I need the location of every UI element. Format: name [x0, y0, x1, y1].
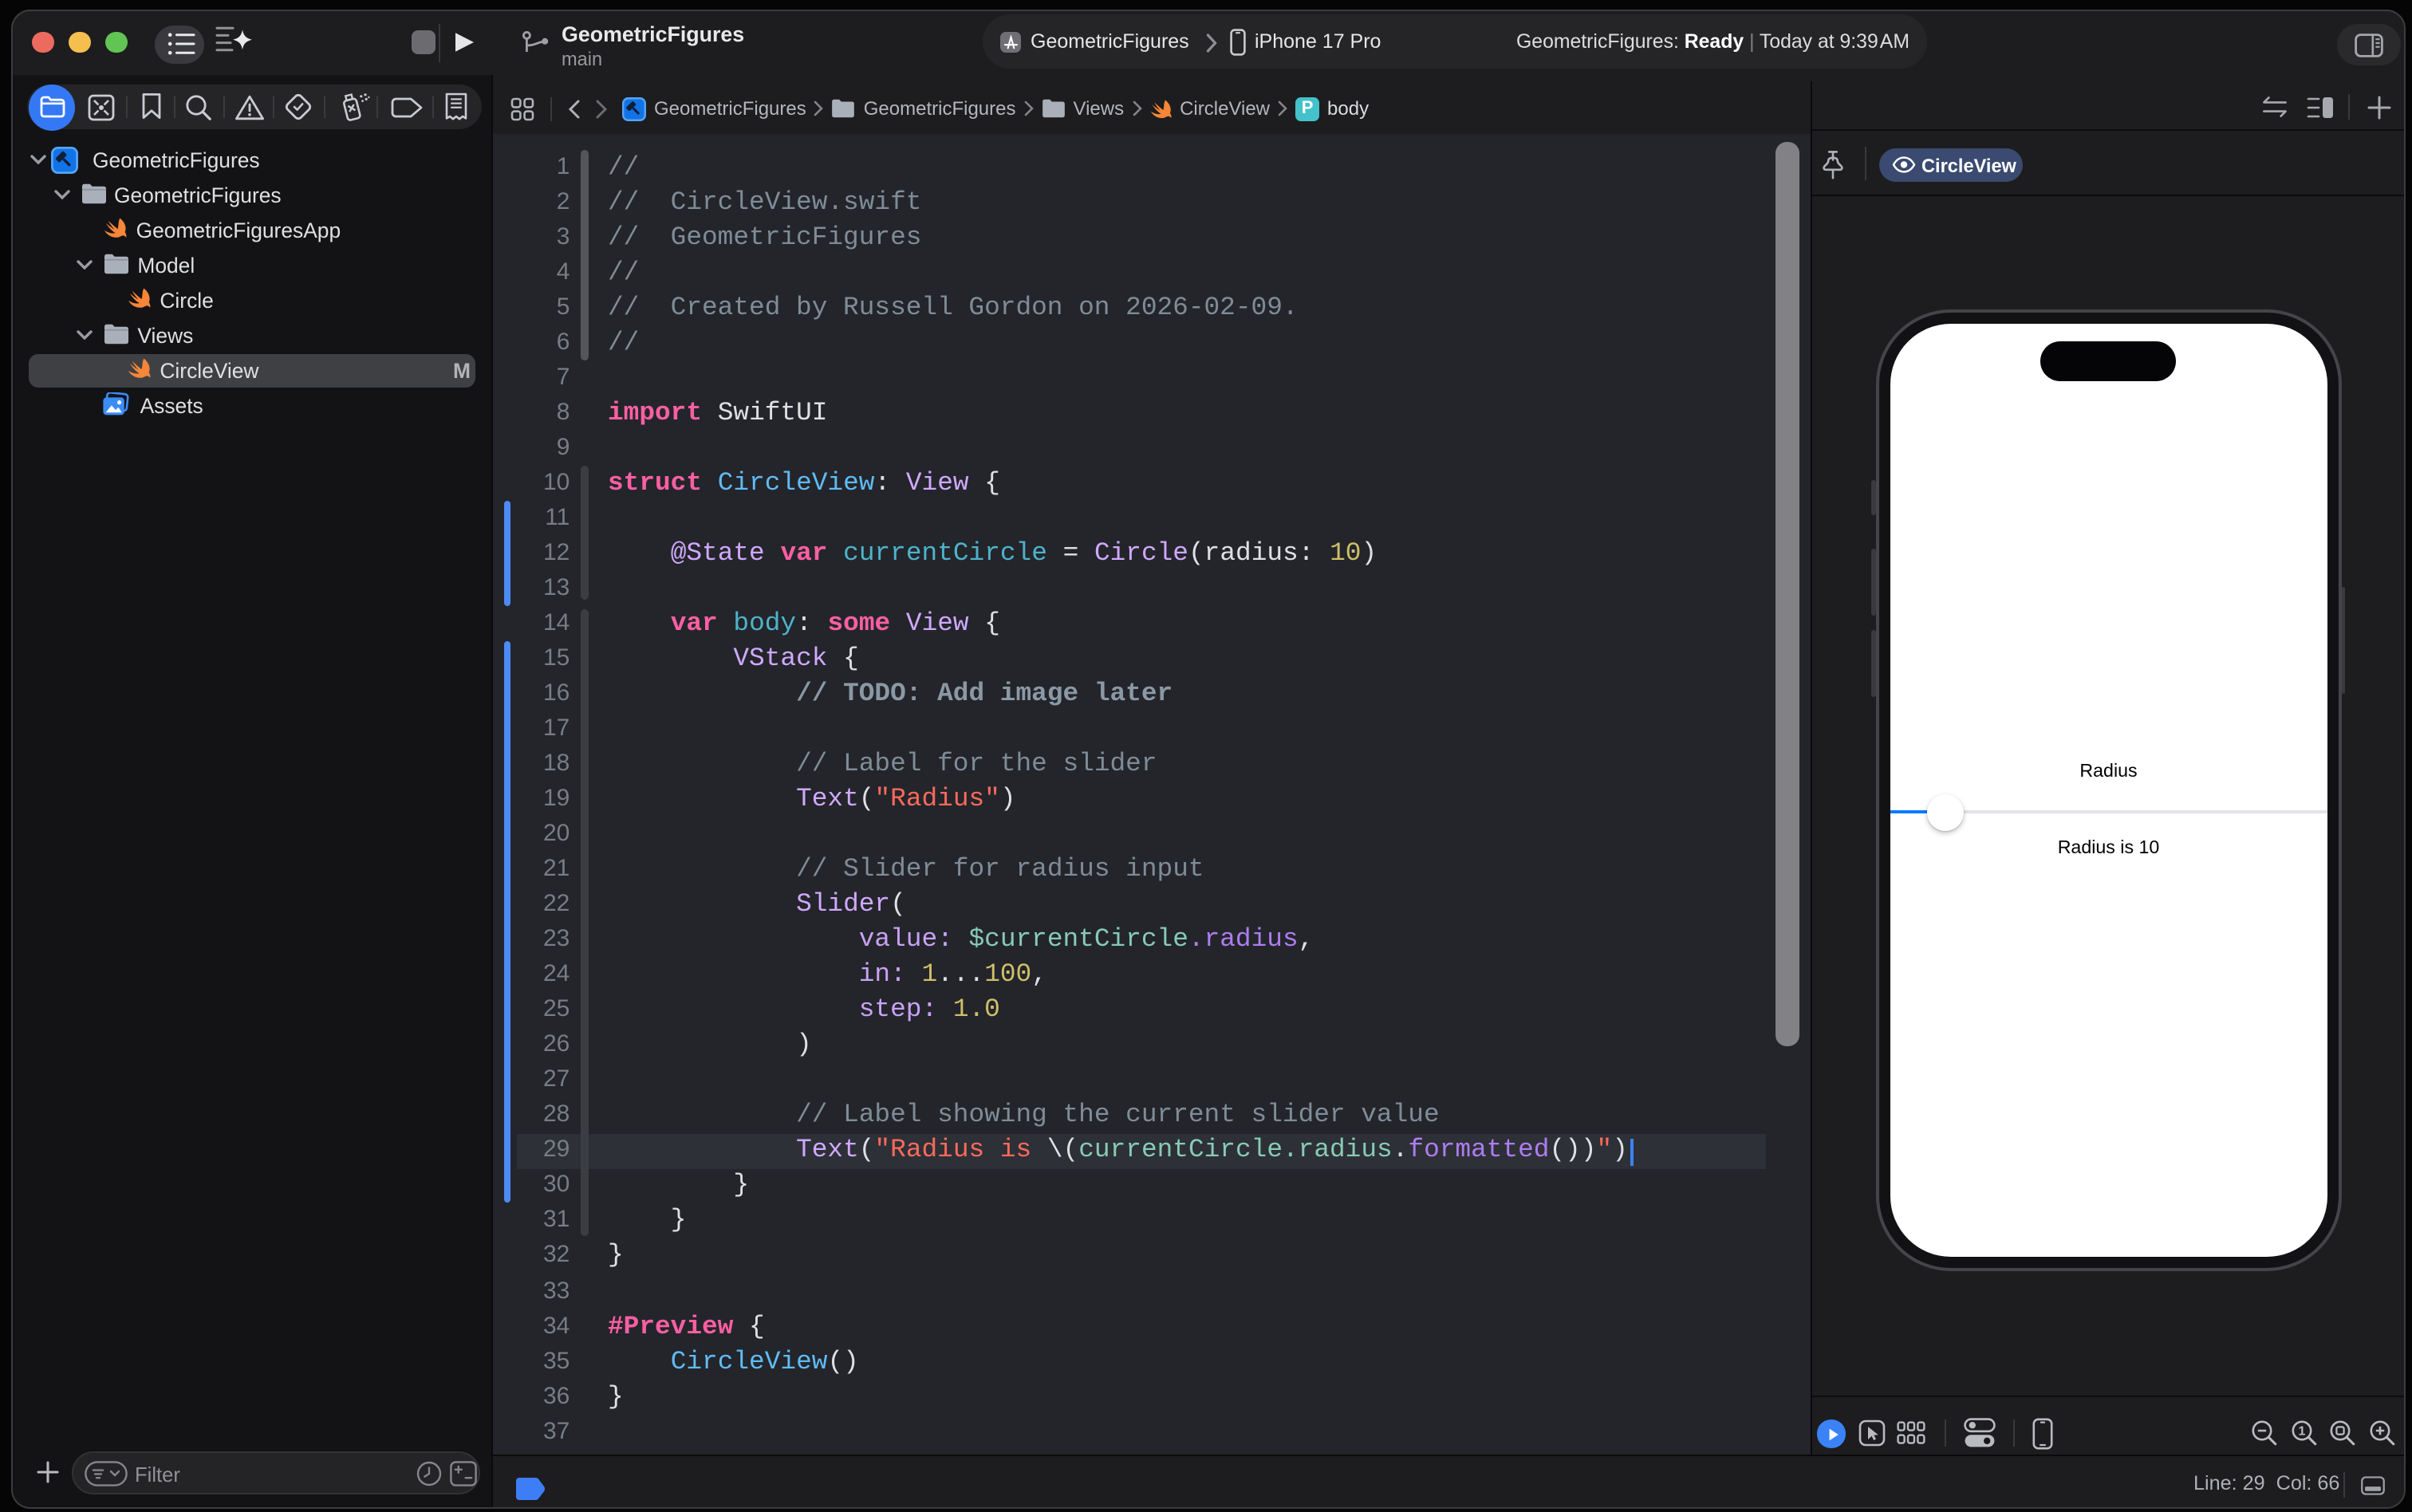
svg-text:1: 1 [2299, 1425, 2306, 1439]
